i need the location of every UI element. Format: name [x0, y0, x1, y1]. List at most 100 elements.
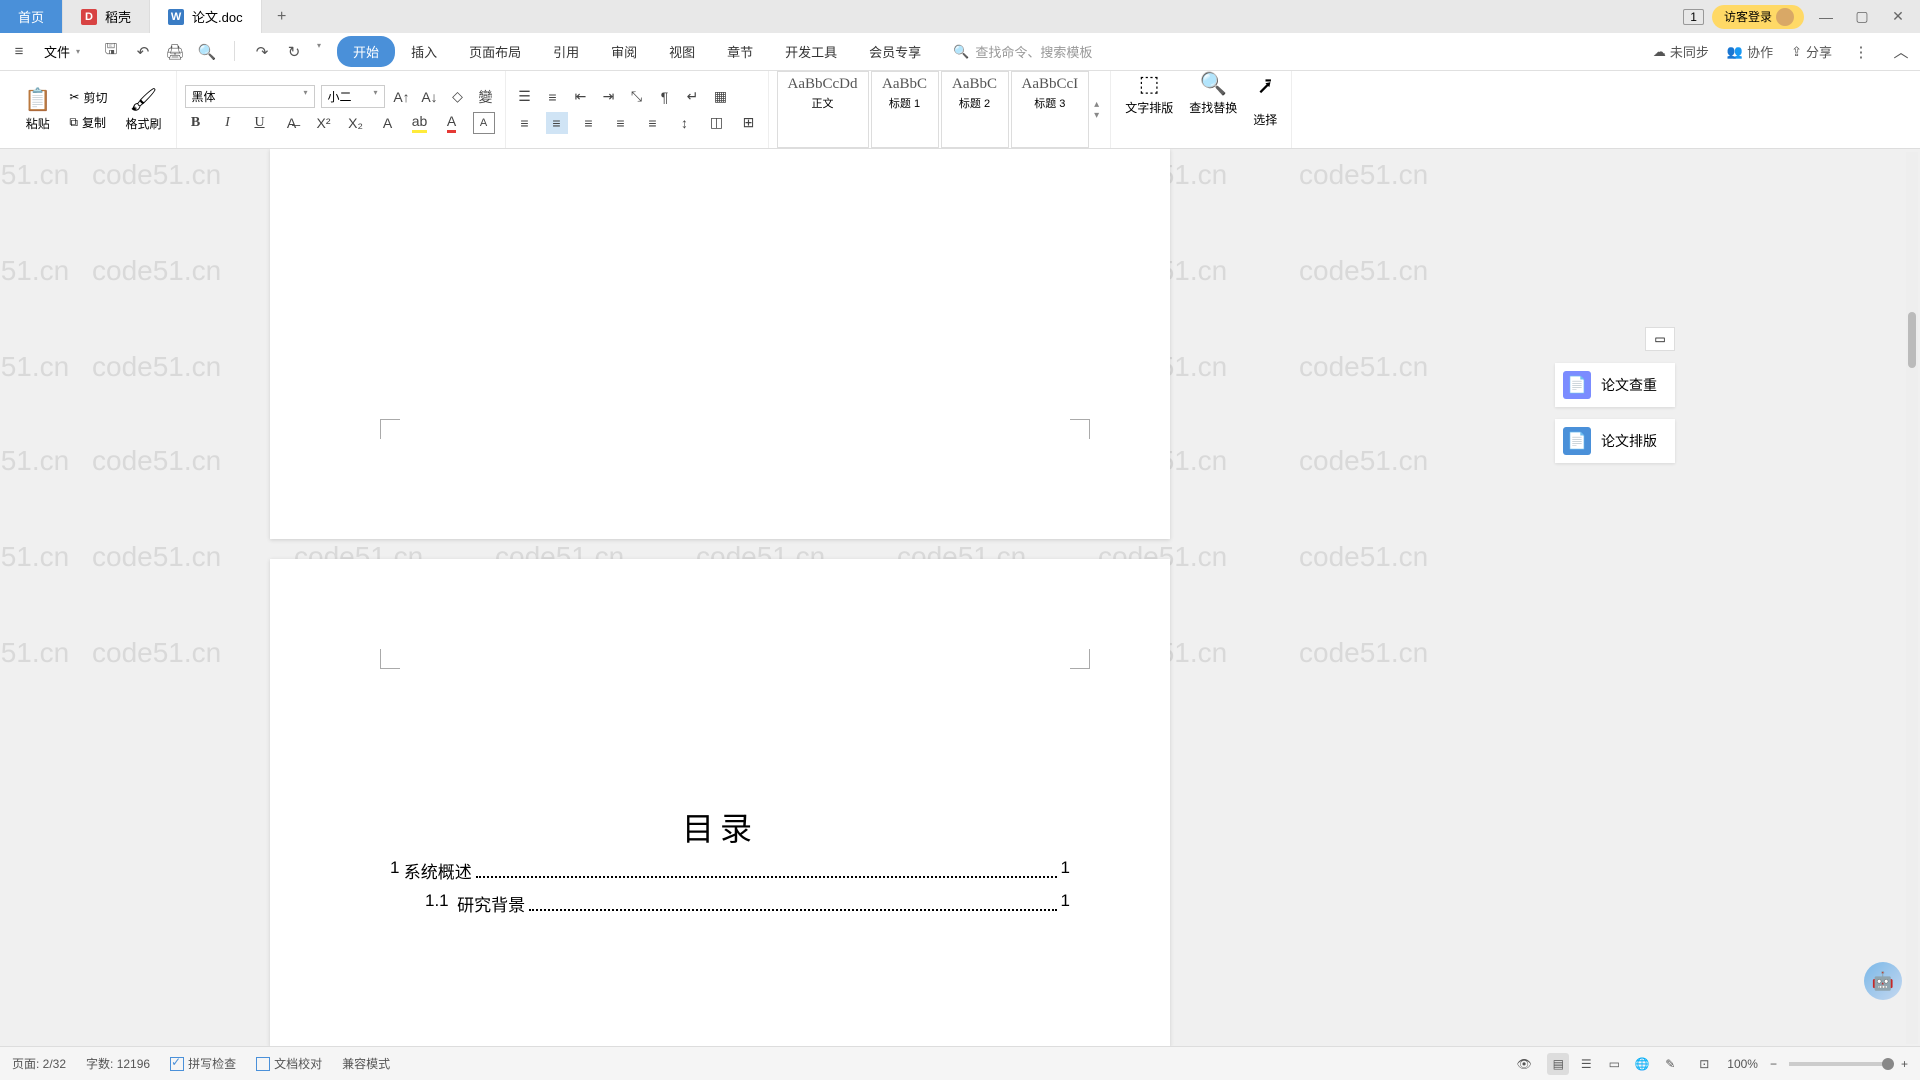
find-replace-button[interactable]: 🔍查找替换: [1183, 71, 1243, 148]
word-count[interactable]: 字数: 12196: [86, 1055, 150, 1072]
scrollbar-thumb[interactable]: [1908, 312, 1916, 368]
slider-thumb[interactable]: [1882, 1058, 1894, 1070]
strikethrough-button[interactable]: A̶: [281, 112, 303, 134]
tab-review[interactable]: 审阅: [595, 36, 653, 67]
tab-document[interactable]: W论文.doc: [150, 0, 262, 33]
font-name-select[interactable]: 黑体▾: [185, 85, 315, 108]
zoom-in-button[interactable]: +: [1901, 1057, 1908, 1071]
decrease-font-icon[interactable]: A↓: [419, 86, 441, 108]
superscript-button[interactable]: X²: [313, 112, 335, 134]
italic-button[interactable]: I: [217, 112, 239, 134]
spellcheck-toggle[interactable]: 拼写检查: [170, 1055, 236, 1072]
vertical-scrollbar[interactable]: [1906, 152, 1918, 1044]
chevron-down-icon[interactable]: ▾: [317, 41, 321, 63]
decrease-indent-icon[interactable]: ⇤: [570, 86, 592, 108]
underline-button[interactable]: U: [249, 112, 271, 134]
collab-button[interactable]: 👥协作: [1727, 42, 1773, 61]
more-icon[interactable]: ⋮: [1850, 41, 1872, 63]
phonetic-icon[interactable]: 變: [475, 86, 497, 108]
shading-icon[interactable]: ◫: [706, 112, 728, 134]
copy-button[interactable]: ⧉复制: [65, 112, 111, 133]
zoom-slider[interactable]: [1789, 1062, 1889, 1066]
font-color-button[interactable]: A: [441, 112, 463, 134]
eye-care-icon[interactable]: 👁: [1513, 1053, 1535, 1075]
page-view-icon[interactable]: ▤: [1547, 1053, 1569, 1075]
zoom-out-button[interactable]: −: [1770, 1057, 1777, 1071]
outline-view-icon[interactable]: ☰: [1575, 1053, 1597, 1075]
tab-refs[interactable]: 引用: [537, 36, 595, 67]
plagiarism-check-button[interactable]: 📄论文查重: [1555, 363, 1675, 407]
sort-icon[interactable]: ⤡: [626, 86, 648, 108]
print-icon[interactable]: 🖨: [164, 41, 186, 63]
thesis-layout-button[interactable]: 📄论文排版: [1555, 419, 1675, 463]
tab-home[interactable]: 首页: [0, 0, 63, 33]
format-painter-button[interactable]: 🖌格式刷: [119, 87, 167, 133]
styles-expand[interactable]: ▴▾: [1091, 71, 1102, 148]
align-right-icon[interactable]: ≡: [578, 112, 600, 134]
add-tab-button[interactable]: +: [262, 0, 302, 33]
tab-start[interactable]: 开始: [337, 36, 395, 67]
close-button[interactable]: ✕: [1884, 4, 1912, 30]
clear-format-icon[interactable]: ◇: [447, 86, 469, 108]
maximize-button[interactable]: ▢: [1848, 4, 1876, 30]
borders-icon[interactable]: ▦: [710, 86, 732, 108]
char-border-button[interactable]: A: [473, 112, 495, 134]
sync-button[interactable]: ☁未同步: [1653, 42, 1709, 61]
collapse-ribbon-icon[interactable]: ︿: [1890, 41, 1912, 63]
save-icon[interactable]: 🖫: [100, 41, 122, 63]
document-area[interactable]: /*placeholder*/ code51.cncode51.cncode51…: [0, 149, 1920, 1046]
redo2-icon[interactable]: ↻: [283, 41, 305, 63]
subscript-button[interactable]: X₂: [345, 112, 367, 134]
style-h1[interactable]: AaBbC标题 1: [871, 71, 939, 148]
paste-button[interactable]: 📋粘贴: [18, 87, 57, 133]
collapse-panel-button[interactable]: ▭: [1645, 327, 1675, 351]
proofread-toggle[interactable]: 文档校对: [256, 1055, 322, 1072]
minimize-button[interactable]: —: [1812, 4, 1840, 30]
fit-width-icon[interactable]: ⊡: [1693, 1053, 1715, 1075]
style-normal[interactable]: AaBbCcDd正文: [777, 71, 869, 148]
login-button[interactable]: 访客登录: [1712, 5, 1804, 29]
hamburger-icon[interactable]: ≡: [8, 41, 30, 63]
pen-icon[interactable]: ✎: [1659, 1053, 1681, 1075]
tab-icon[interactable]: ¶: [654, 86, 676, 108]
tab-layout[interactable]: 页面布局: [453, 36, 537, 67]
style-h3[interactable]: AaBbCcI标题 3: [1011, 71, 1090, 148]
tab-insert[interactable]: 插入: [395, 36, 453, 67]
distribute-icon[interactable]: ≡: [642, 112, 664, 134]
text-layout-button[interactable]: ⬚文字排版: [1119, 71, 1179, 148]
highlight-button[interactable]: ab: [409, 112, 431, 134]
text-effect-button[interactable]: A: [377, 112, 399, 134]
web-view-icon[interactable]: 🌐: [1631, 1053, 1653, 1075]
preview-icon[interactable]: 🔍: [196, 41, 218, 63]
table-border-icon[interactable]: ⊞: [738, 112, 760, 134]
tab-chapter[interactable]: 章节: [711, 36, 769, 67]
bullets-icon[interactable]: ☰: [514, 86, 536, 108]
window-count-badge[interactable]: 1: [1683, 9, 1704, 25]
reading-view-icon[interactable]: ▭: [1603, 1053, 1625, 1075]
align-left-icon[interactable]: ≡: [514, 112, 536, 134]
tab-devtools[interactable]: 开发工具: [769, 36, 853, 67]
font-size-select[interactable]: 小二▾: [321, 85, 385, 108]
file-menu[interactable]: 文件▾: [36, 42, 88, 61]
command-search[interactable]: 🔍 查找命令、搜索模板: [953, 42, 1092, 61]
share-button[interactable]: ⇪分享: [1791, 42, 1832, 61]
increase-font-icon[interactable]: A↑: [391, 86, 413, 108]
page-indicator[interactable]: 页面: 2/32: [12, 1055, 66, 1072]
align-center-icon[interactable]: ≡: [546, 112, 568, 134]
show-marks-icon[interactable]: ↵: [682, 86, 704, 108]
align-justify-icon[interactable]: ≡: [610, 112, 632, 134]
style-h2[interactable]: AaBbC标题 2: [941, 71, 1009, 148]
zoom-value[interactable]: 100%: [1727, 1057, 1758, 1071]
undo-icon[interactable]: ↶: [132, 41, 154, 63]
tab-member[interactable]: 会员专享: [853, 36, 937, 67]
increase-indent-icon[interactable]: ⇥: [598, 86, 620, 108]
redo-icon[interactable]: ↷: [251, 41, 273, 63]
tab-view[interactable]: 视图: [653, 36, 711, 67]
tab-docke[interactable]: D稻壳: [63, 0, 150, 33]
cut-button[interactable]: ✂剪切: [65, 87, 111, 108]
numbering-icon[interactable]: ≡: [542, 86, 564, 108]
line-spacing-icon[interactable]: ↕: [674, 112, 696, 134]
ai-assistant-button[interactable]: 🤖: [1864, 962, 1902, 1000]
bold-button[interactable]: B: [185, 112, 207, 134]
select-button[interactable]: ⭷选择: [1247, 71, 1283, 148]
